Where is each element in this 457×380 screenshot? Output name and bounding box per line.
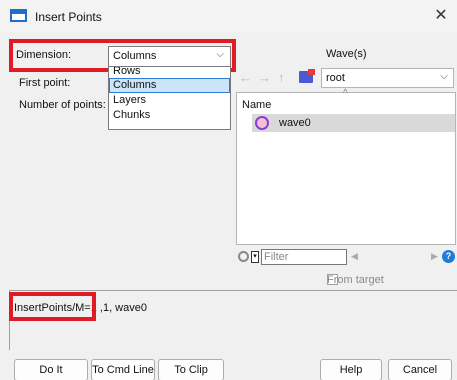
sort-caret-icon: ^ xyxy=(343,88,348,99)
forward-arrow-icon[interactable]: → xyxy=(258,70,271,85)
do-it-button[interactable]: Do It xyxy=(14,359,88,380)
to-cmd-line-button[interactable]: To Cmd Line xyxy=(91,359,155,380)
option-columns[interactable]: Columns xyxy=(109,78,230,93)
new-folder-icon[interactable] xyxy=(299,69,315,83)
to-clip-button[interactable]: To Clip xyxy=(158,359,224,380)
up-arrow-icon[interactable]: ↑ xyxy=(278,70,285,85)
help-button[interactable]: Help xyxy=(320,359,382,380)
cancel-button[interactable]: Cancel xyxy=(388,359,452,380)
dimension-dropdown-list[interactable]: Rows Columns Layers Chunks xyxy=(108,66,231,130)
list-item-wave0[interactable]: wave0 xyxy=(252,114,455,132)
waves-title: Wave(s) xyxy=(326,48,367,60)
option-layers[interactable]: Layers xyxy=(109,93,230,108)
back-arrow-icon[interactable]: ← xyxy=(239,70,252,85)
gear-icon[interactable] xyxy=(238,251,249,262)
command-text-rest: ,1, wave0 xyxy=(96,302,147,314)
folder-select[interactable]: root ⌵ xyxy=(321,68,454,88)
option-rows[interactable]: Rows xyxy=(109,67,230,78)
chevron-down-icon: ⌵ xyxy=(440,71,448,82)
scroll-left-icon[interactable]: ◀ xyxy=(351,251,358,262)
help-icon[interactable]: ? xyxy=(442,250,455,263)
gear-dropdown-icon[interactable]: ▾ xyxy=(251,251,259,263)
number-of-points-label: Number of points: xyxy=(19,99,106,111)
close-button[interactable]: ✕ xyxy=(431,6,451,26)
highlight-command-box xyxy=(9,292,96,321)
window-title: Insert Points xyxy=(35,10,102,24)
folder-value: root xyxy=(326,72,345,84)
window-icon xyxy=(10,9,27,22)
option-chunks[interactable]: Chunks xyxy=(109,108,230,123)
wave-icon xyxy=(255,116,269,130)
filter-bar: ▾ Filter ◀ ▶ ? xyxy=(236,249,456,266)
wave-name: wave0 xyxy=(279,117,311,129)
filter-input[interactable]: Filter xyxy=(261,249,347,265)
from-target-label: From target xyxy=(327,274,384,286)
first-point-label: First point: xyxy=(19,77,71,89)
wave-browser-list[interactable]: ^ Name wave0 xyxy=(236,88,456,245)
column-header-name[interactable]: Name xyxy=(242,99,271,111)
scroll-right-icon[interactable]: ▶ xyxy=(431,251,438,262)
title-bar: Insert Points ✕ xyxy=(0,0,457,32)
